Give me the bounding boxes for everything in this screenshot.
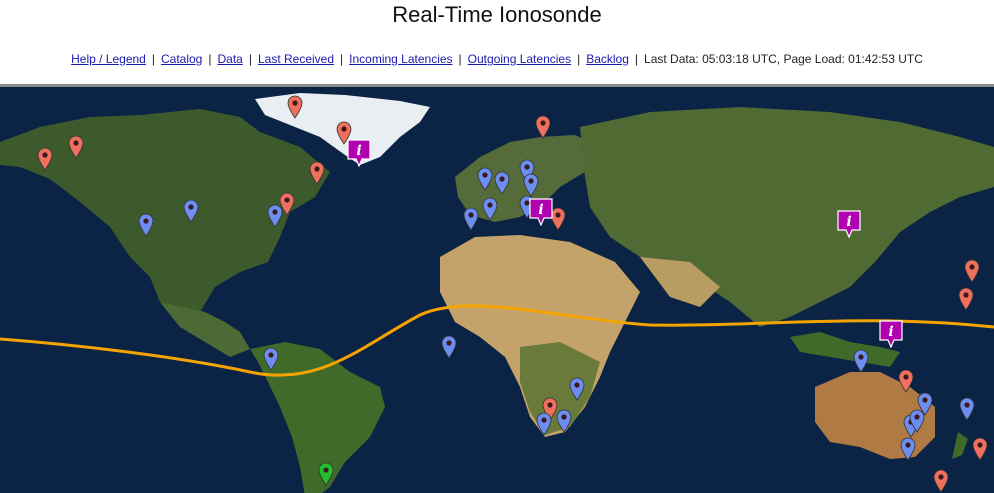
map-pin-icon[interactable]	[441, 335, 457, 359]
nav-separator: |	[208, 52, 212, 66]
map-pin-icon[interactable]	[853, 349, 869, 373]
nav-link-incoming-latencies[interactable]: Incoming Latencies	[349, 52, 452, 66]
svg-text:i: i	[356, 143, 361, 159]
last-data-status: Last Data: 05:03:18 UTC, Page Load: 01:4…	[644, 52, 923, 66]
map-pin-icon[interactable]	[898, 369, 914, 393]
nav-link-backlog[interactable]: Backlog	[586, 52, 629, 66]
nav-separator: |	[248, 52, 252, 66]
map-pin-icon[interactable]	[318, 462, 334, 486]
info-marker-icon[interactable]: i	[837, 210, 861, 238]
map-pin-icon[interactable]	[263, 347, 279, 371]
nav-link-data[interactable]: Data	[217, 52, 242, 66]
map-pin-icon[interactable]	[267, 204, 283, 228]
map-pin-icon[interactable]	[556, 409, 572, 433]
nav-link-catalog[interactable]: Catalog	[161, 52, 202, 66]
map-pin-icon[interactable]	[287, 95, 303, 119]
map-pin-icon[interactable]	[523, 173, 539, 197]
nav-separator: |	[340, 52, 344, 66]
nav-separator: |	[151, 52, 155, 66]
map-pin-icon[interactable]	[183, 199, 199, 223]
map-pin-icon[interactable]	[138, 213, 154, 237]
nav-separator: |	[577, 52, 581, 66]
nav-link-outgoing-latencies[interactable]: Outgoing Latencies	[468, 52, 571, 66]
info-marker-icon[interactable]: i	[529, 198, 553, 226]
map-pin-icon[interactable]	[494, 171, 510, 195]
svg-text:i: i	[846, 214, 851, 230]
map-pin-icon[interactable]	[37, 147, 53, 171]
nav-link-last-received[interactable]: Last Received	[258, 52, 334, 66]
map-pin-icon[interactable]	[959, 397, 975, 421]
map-pin-icon[interactable]	[309, 161, 325, 185]
map-pin-icon[interactable]	[900, 437, 916, 461]
map-pin-icon[interactable]	[909, 409, 925, 433]
world-map[interactable]: i i i i	[0, 84, 994, 493]
map-pin-icon[interactable]	[964, 259, 980, 283]
page-title: Real-Time Ionosonde	[392, 2, 602, 27]
nav-bar: Help / Legend | Catalog | Data | Last Received…	[0, 52, 994, 66]
map-pin-icon[interactable]	[463, 207, 479, 231]
svg-text:i: i	[538, 202, 543, 218]
map-pin-icon[interactable]	[933, 469, 949, 493]
map-pin-icon[interactable]	[972, 437, 988, 461]
map-pin-icon[interactable]	[536, 412, 552, 436]
map-pin-icon[interactable]	[958, 287, 974, 311]
nav-separator: |	[458, 52, 462, 66]
nav-separator: |	[634, 52, 639, 66]
info-marker-icon[interactable]: i	[347, 139, 371, 167]
nav-link-help-legend[interactable]: Help / Legend	[71, 52, 146, 66]
info-marker-icon[interactable]: i	[879, 320, 903, 348]
map-pin-icon[interactable]	[477, 167, 493, 191]
map-pin-icon[interactable]	[482, 197, 498, 221]
map-pin-icon[interactable]	[68, 135, 84, 159]
svg-text:i: i	[888, 324, 893, 340]
world-map-base	[0, 87, 994, 493]
map-pin-icon[interactable]	[569, 377, 585, 401]
map-pin-icon[interactable]	[535, 115, 551, 139]
